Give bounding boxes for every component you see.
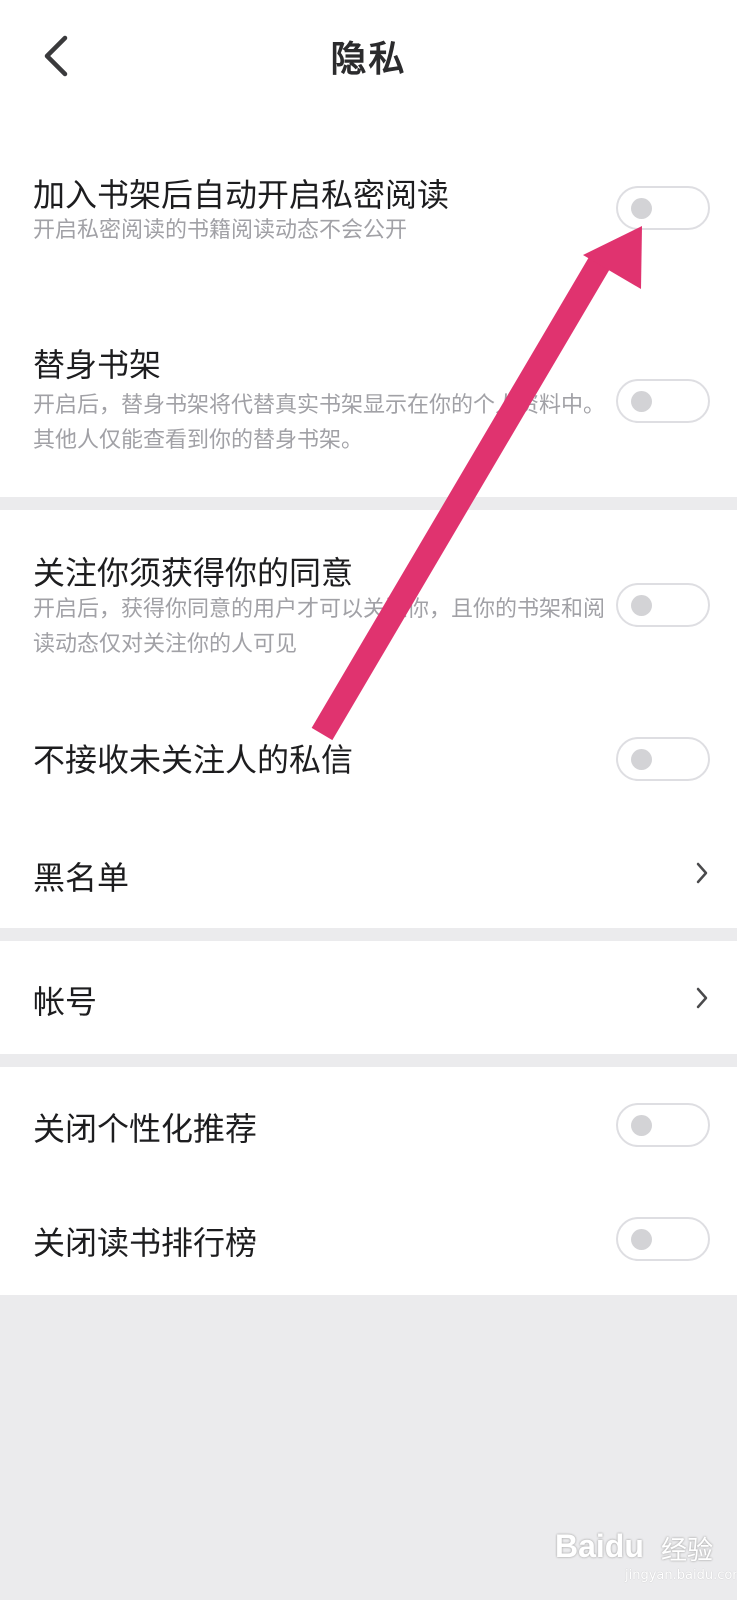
setting-disable-ranking: 关闭读书排行榜	[0, 1181, 737, 1295]
chevron-right-icon	[690, 978, 714, 1018]
page-title: 隐私	[330, 39, 407, 80]
chevron-right-icon	[690, 853, 714, 893]
disable-ranking-toggle[interactable]	[616, 1217, 710, 1261]
setting-title: 关闭个性化推荐	[33, 1110, 258, 1148]
setting-blacklist[interactable]: 黑名单	[0, 815, 737, 928]
setting-title: 关闭读书排行榜	[33, 1224, 258, 1262]
setting-title: 替身书架	[33, 346, 162, 384]
setting-title: 加入书架后自动开启私密阅读	[33, 176, 450, 214]
avatar-shelf-toggle[interactable]	[616, 379, 710, 423]
setting-private-reading: 加入书架后自动开启私密阅读 开启私密阅读的书籍阅读动态不会公开	[0, 112, 737, 302]
setting-disable-personalized: 关闭个性化推荐	[0, 1067, 737, 1181]
setting-description: 开启后，获得你同意的用户才可以关注你，且你的书架和阅读动态仅对关注你的人可见	[33, 597, 606, 657]
setting-title: 关注你须获得你的同意	[33, 554, 354, 592]
follow-consent-toggle[interactable]	[616, 583, 710, 627]
setting-description: 开启后，替身书架将代替真实书架显示在你的个人资料中。其他人仅能查看到你的替身书架…	[33, 393, 606, 453]
setting-description: 开启私密阅读的书籍阅读动态不会公开	[33, 218, 408, 243]
section-social-privacy: 关注你须获得你的同意 开启后，获得你同意的用户才可以关注你，且你的书架和阅读动态…	[0, 510, 737, 928]
setting-title: 帐号	[33, 983, 98, 1021]
watermark-brand: Baidu	[555, 1528, 644, 1564]
watermark-brand-cn: 经验	[661, 1536, 714, 1566]
toggle-knob	[631, 1115, 652, 1136]
private-reading-toggle[interactable]	[616, 186, 710, 230]
toggle-knob	[631, 198, 652, 219]
top-bar: 隐私	[0, 0, 737, 112]
section-account: 帐号	[0, 941, 737, 1054]
toggle-knob	[631, 749, 652, 770]
toggle-knob	[631, 391, 652, 412]
toggle-knob	[631, 595, 652, 616]
watermark-url: jingyan.baidu.com	[625, 1568, 737, 1583]
setting-avatar-shelf: 替身书架 开启后，替身书架将代替真实书架显示在你的个人资料中。其他人仅能查看到你…	[0, 302, 737, 497]
setting-title: 黑名单	[33, 859, 130, 897]
section-reading-privacy: 加入书架后自动开启私密阅读 开启私密阅读的书籍阅读动态不会公开 替身书架 开启后…	[0, 112, 737, 497]
block-stranger-dm-toggle[interactable]	[616, 737, 710, 781]
setting-account[interactable]: 帐号	[0, 941, 737, 1054]
disable-personalized-toggle[interactable]	[616, 1103, 710, 1147]
toggle-knob	[631, 1229, 652, 1250]
setting-title: 不接收未关注人的私信	[33, 741, 354, 779]
watermark: Baidu 经验 jingyan.baidu.com	[555, 1524, 737, 1586]
setting-block-stranger-dm[interactable]: 不接收未关注人的私信	[0, 705, 737, 815]
section-recommendation: 关闭个性化推荐 关闭读书排行榜	[0, 1067, 737, 1295]
setting-follow-consent: 关注你须获得你的同意 开启后，获得你同意的用户才可以关注你，且你的书架和阅读动态…	[0, 510, 737, 705]
